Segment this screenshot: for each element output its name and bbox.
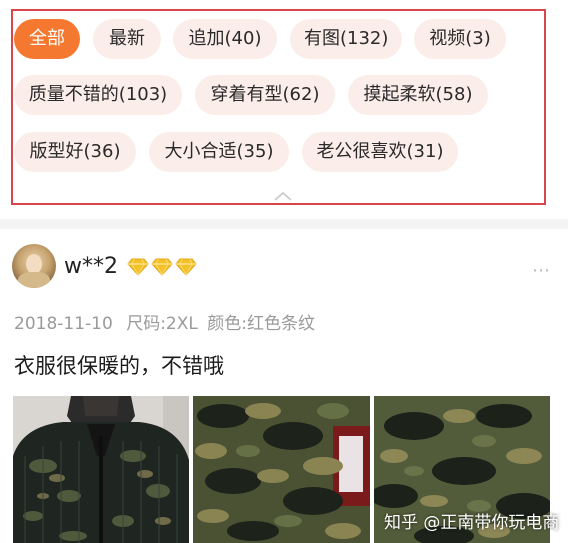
tag-append[interactable]: 追加(40): [173, 19, 277, 59]
user-level-badge: [127, 258, 197, 276]
diamond-icon: [175, 258, 197, 276]
review-size: 尺码:2XL: [126, 314, 198, 334]
chevron-up-icon[interactable]: [273, 189, 293, 203]
tag-husband-likes[interactable]: 老公很喜欢(31): [302, 132, 458, 172]
diamond-icon: [127, 258, 149, 276]
tag-latest[interactable]: 最新: [93, 19, 161, 59]
review-date: 2018-11-10: [14, 314, 113, 334]
review-meta: 2018-11-10 尺码:2XL 颜色:红色条纹: [14, 309, 315, 334]
avatar[interactable]: [12, 244, 56, 288]
tag-good-quality[interactable]: 质量不错的(103): [14, 75, 182, 115]
tag-all[interactable]: 全部: [14, 19, 80, 59]
tag-good-fit[interactable]: 版型好(36): [14, 132, 136, 172]
review-comment: 衣服很保暖的，不错哦: [14, 354, 224, 378]
tag-video[interactable]: 视频(3): [414, 19, 506, 59]
section-divider: [0, 219, 568, 229]
review-username: w**2: [64, 254, 118, 279]
more-options-icon[interactable]: ⋯: [532, 260, 551, 281]
tag-soft-touch[interactable]: 摸起柔软(58): [348, 75, 488, 115]
tag-right-size[interactable]: 大小合适(35): [149, 132, 289, 172]
tag-with-images[interactable]: 有图(132): [290, 19, 402, 59]
review-photo-1[interactable]: [13, 396, 189, 543]
diamond-icon: [151, 258, 173, 276]
tag-stylish[interactable]: 穿着有型(62): [195, 75, 335, 115]
review-page: 全部 最新 追加(40) 有图(132) 视频(3) 质量不错的(103) 穿着…: [0, 0, 568, 543]
watermark-text: 知乎 @正南带你玩电商: [384, 513, 560, 533]
review-color: 颜色:红色条纹: [207, 314, 316, 334]
review-photo-2[interactable]: [193, 396, 370, 543]
